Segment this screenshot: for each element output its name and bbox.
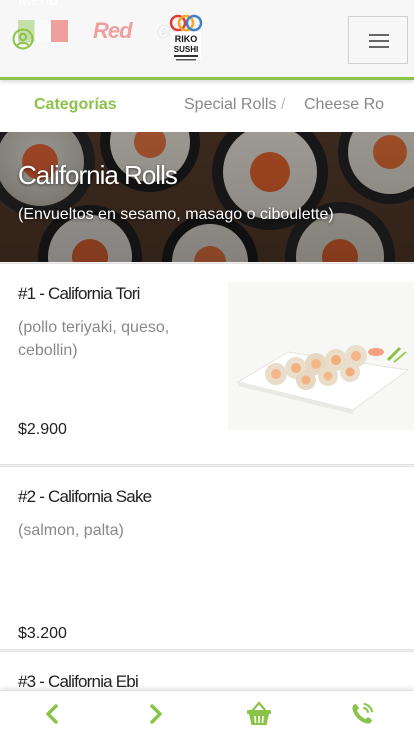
tab-separator: /: [281, 96, 286, 113]
chevron-left-icon[interactable]: [38, 699, 68, 729]
bottom-nav-bar: [0, 690, 414, 736]
product-price: $3.200: [18, 625, 67, 642]
svg-text:SUSHI: SUSHI: [174, 45, 198, 54]
category-subtitle: (Envueltos en sesamo, masago o ciboulett…: [18, 206, 334, 223]
product-card[interactable]: #2 - California Sake (salmon, palta) $3.…: [0, 466, 414, 650]
hamburger-menu-button[interactable]: [348, 16, 408, 64]
phone-icon[interactable]: [347, 699, 377, 729]
svg-text:RIKO: RIKO: [175, 34, 198, 44]
banner-text: Red: [93, 18, 133, 43]
header-banner: Red com: [18, 18, 248, 44]
product-description: (salmon, palta): [18, 522, 124, 539]
product-card[interactable]: #1 - California Tori (pollo teriyaki, qu…: [0, 263, 414, 465]
hamburger-icon-line: [369, 40, 389, 42]
tab-special-rolls[interactable]: Special Rolls: [184, 96, 276, 114]
category-hero: California Rolls (Envueltos en sesamo, m…: [0, 132, 414, 262]
chevron-right-icon[interactable]: [140, 699, 170, 729]
basket-icon[interactable]: [244, 699, 274, 729]
user-circle-icon[interactable]: [12, 28, 34, 50]
product-image[interactable]: [228, 282, 414, 430]
product-description: (pollo teriyaki, queso, cebollin): [18, 319, 170, 359]
tab-categorias[interactable]: Categorías: [34, 96, 117, 114]
menu-ghost-label: Menu: [18, 0, 59, 9]
category-title: California Rolls: [18, 160, 178, 190]
category-tabs: Categorías Special Rolls / Cheese Ro: [0, 80, 414, 132]
product-name: #1 - California Tori: [18, 284, 140, 303]
product-price: $2.900: [18, 421, 67, 438]
product-name: #3 - California Ebi: [18, 672, 139, 691]
sushi-background-image: [0, 132, 414, 262]
hamburger-icon-line: [369, 46, 389, 48]
product-name: #2 - California Sake: [18, 487, 152, 506]
app-header: Menu Red com RIKO SUSHI: [0, 0, 414, 80]
hamburger-icon: [369, 34, 389, 36]
riko-sushi-logo[interactable]: RIKO SUSHI: [168, 14, 204, 64]
tab-cheese-rolls[interactable]: Cheese Ro: [304, 96, 384, 114]
app-page: Menu Red com RIKO SUSHI Categorías Speci…: [0, 0, 414, 736]
